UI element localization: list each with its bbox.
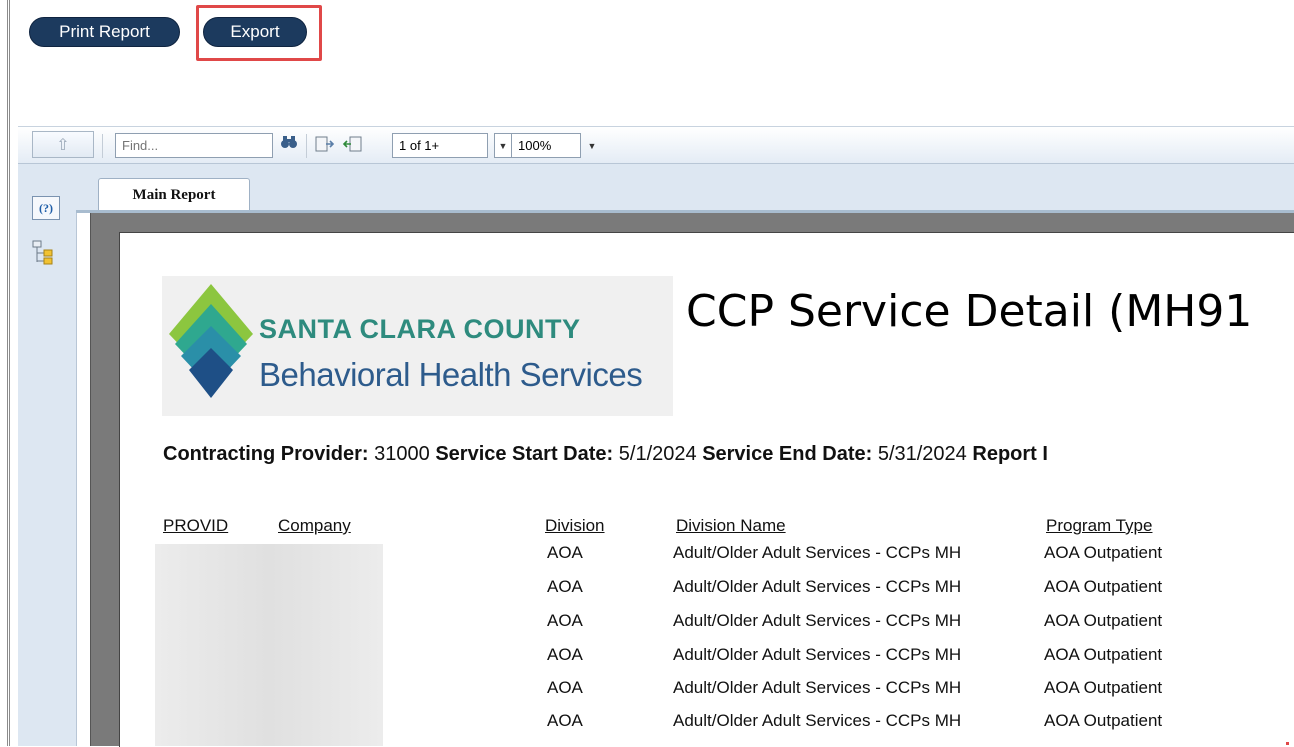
column-header-division-name: Division Name: [676, 516, 786, 535]
contracting-provider-value: 31000: [374, 443, 430, 465]
page-number-field[interactable]: 1 of 1+: [392, 133, 488, 158]
division-cell: AOA: [547, 543, 583, 562]
print-report-button[interactable]: Print Report: [29, 17, 180, 47]
table-row: AOA Adult/Older Adult Services - CCPs MH…: [0, 611, 1294, 645]
report-label: Report I: [972, 443, 1048, 465]
report-criteria: Contracting Provider: 31000 Service Star…: [163, 443, 1048, 466]
tab-strip: Main Report: [76, 164, 1294, 212]
program-type-cell: AOA Outpatient: [1044, 678, 1163, 697]
scc-bhs-logo: SANTA CLARA COUNTY Behavioral Health Ser…: [162, 276, 673, 416]
logo-department-text: Behavioral Health Services: [259, 356, 643, 393]
report-title: CCP Service Detail (MH91: [686, 286, 1253, 337]
division-cell: AOA: [547, 678, 583, 697]
up-arrow-button[interactable]: ⇧: [32, 131, 94, 158]
service-start-label: Service Start Date:: [435, 443, 614, 465]
division-cell: AOA: [547, 611, 583, 630]
division-name-cell: Adult/Older Adult Services - CCPs MH: [673, 611, 962, 630]
program-type-cell: AOA Outpatient: [1044, 645, 1163, 664]
service-end-label: Service End Date:: [702, 443, 873, 465]
division-cell: AOA: [547, 577, 583, 596]
division-name-cell: Adult/Older Adult Services - CCPs MH: [673, 711, 962, 730]
division-name-cell: Adult/Older Adult Services - CCPs MH: [673, 577, 962, 596]
report-viewer-toolbar: ⇧ 1 of 1+ ▼ 100% ▼: [18, 126, 1294, 164]
zoom-field[interactable]: 100%: [511, 133, 581, 158]
up-arrow-icon: ⇧: [56, 136, 70, 154]
table-row: AOA Adult/Older Adult Services - CCPs MH…: [0, 711, 1294, 745]
leaf-logo-icon: [169, 284, 253, 398]
program-type-cell: AOA Outpatient: [1044, 711, 1163, 730]
table-row: AOA Adult/Older Adult Services - CCPs MH…: [0, 645, 1294, 679]
tab-main-report[interactable]: Main Report: [98, 178, 250, 212]
help-icon[interactable]: (?): [32, 196, 60, 220]
group-tree-icon[interactable]: [32, 240, 54, 266]
toolbar-separator: [102, 134, 103, 158]
division-name-cell: Adult/Older Adult Services - CCPs MH: [673, 543, 962, 562]
column-header-division: Division: [545, 516, 605, 535]
service-start-value: 5/1/2024: [618, 443, 697, 465]
program-type-cell: AOA Outpatient: [1044, 577, 1163, 596]
service-end-value: 5/31/2024: [877, 443, 967, 465]
refresh-page-icon[interactable]: [342, 136, 364, 158]
column-header-provid: PROVID: [163, 516, 229, 535]
find-input[interactable]: [115, 133, 273, 158]
red-marker: [1286, 742, 1289, 745]
export-page-icon[interactable]: [315, 136, 335, 158]
table-row: AOA Adult/Older Adult Services - CCPs MH…: [0, 543, 1294, 577]
toolbar-separator: [306, 134, 307, 158]
binoculars-search-icon[interactable]: [280, 134, 298, 154]
zoom-dropdown-chevron-icon[interactable]: ▼: [583, 133, 601, 158]
table-row: AOA Adult/Older Adult Services - CCPs MH…: [0, 678, 1294, 712]
division-cell: AOA: [547, 645, 583, 664]
page-dropdown-chevron-icon[interactable]: ▼: [494, 133, 512, 158]
table-row: AOA Adult/Older Adult Services - CCPs MH…: [0, 577, 1294, 611]
column-header-company: Company: [278, 516, 351, 535]
division-name-cell: Adult/Older Adult Services - CCPs MH: [673, 678, 962, 697]
program-type-cell: AOA Outpatient: [1044, 611, 1163, 630]
division-name-cell: Adult/Older Adult Services - CCPs MH: [673, 645, 962, 664]
contracting-provider-label: Contracting Provider:: [163, 443, 369, 465]
export-highlight-box: [196, 5, 322, 61]
program-type-cell: AOA Outpatient: [1044, 543, 1163, 562]
division-cell: AOA: [547, 711, 583, 730]
logo-county-text: SANTA CLARA COUNTY: [259, 314, 581, 344]
column-header-program-type: Program Type: [1046, 516, 1153, 535]
